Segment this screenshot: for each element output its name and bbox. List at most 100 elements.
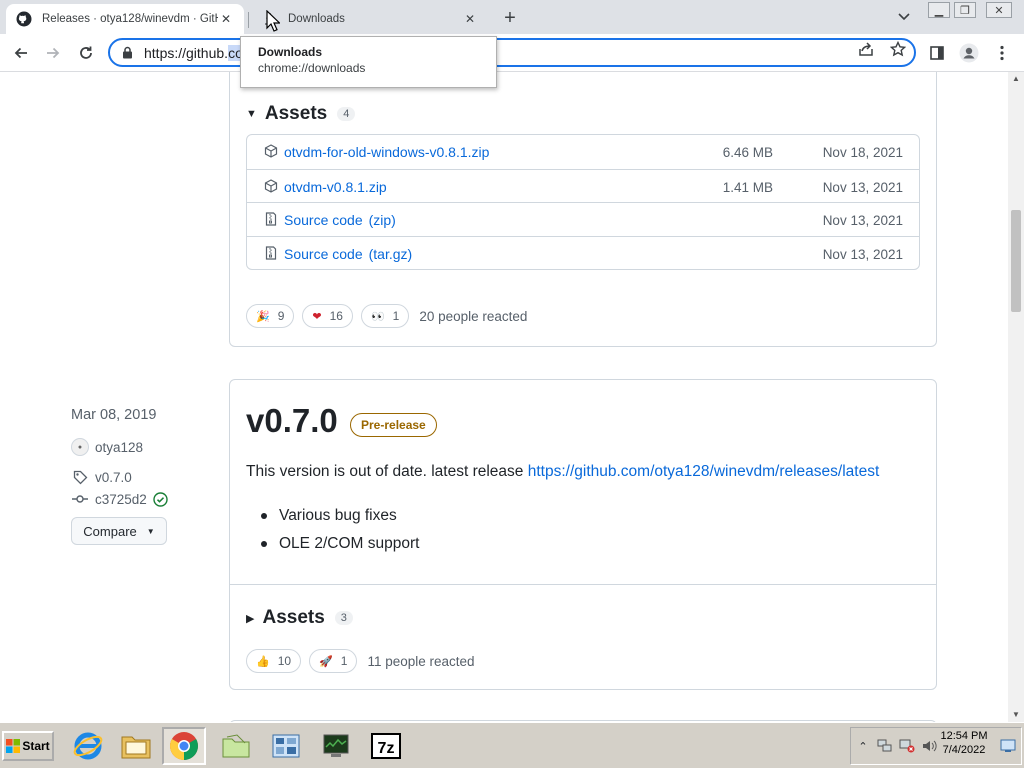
window-close-icon[interactable]: ✕ [986, 2, 1012, 18]
assets-count-badge: 4 [337, 107, 356, 121]
bookmark-star-icon[interactable] [889, 40, 907, 58]
share-icon[interactable] [857, 40, 875, 58]
lock-icon[interactable] [120, 46, 134, 60]
reaction-heart[interactable]: ❤ 16 [302, 304, 353, 328]
release-card-v0-8-1: ▼ Assets 4 otvdm-for-old-windows-v0.8.1.… [229, 72, 937, 347]
file-zip-icon [264, 245, 278, 260]
file-explorer-icon[interactable] [114, 727, 158, 765]
release-commit[interactable]: c3725d2 [71, 491, 168, 507]
asset-row: otvdm-for-old-windows-v0.8.1.zip 6.46 MB… [247, 135, 919, 169]
reacted-summary[interactable]: 11 people reacted [367, 654, 474, 669]
tab-divider [248, 12, 249, 28]
tab-downloads[interactable]: Downloads ✕ [252, 4, 488, 34]
minimize-icon[interactable]: ▁ [928, 2, 950, 18]
asset-link[interactable]: Source code (tar.gz) [284, 246, 412, 262]
release-notes-text: This version is out of date. latest rele… [246, 463, 880, 480]
tag-icon [71, 469, 89, 485]
tooltip-subtitle: chrome://downloads [258, 61, 366, 75]
file-zip-icon [264, 212, 278, 226]
menu-kebab-icon[interactable] [991, 42, 1013, 64]
folder-icon[interactable] [214, 727, 258, 765]
list-item: OLE 2/COM support [246, 530, 419, 558]
reactions-bar: 👍 10 🚀 1 11 people reacted [246, 649, 475, 673]
assets-heading: Assets [262, 607, 325, 628]
scroll-up-icon[interactable]: ▲ [1012, 75, 1020, 83]
reaction-eyes[interactable]: 👀 1 [360, 304, 410, 328]
start-button[interactable]: Start [2, 731, 54, 761]
forward-icon[interactable] [41, 41, 65, 65]
control-panel-icon[interactable] [264, 727, 308, 765]
compare-button[interactable]: Compare ▼ [71, 517, 167, 545]
reaction-thumbsup[interactable]: 👍 10 [246, 649, 302, 673]
internet-explorer-icon[interactable] [66, 727, 110, 765]
network-error-icon[interactable] [897, 736, 917, 756]
back-icon[interactable] [9, 41, 33, 65]
commit-icon [71, 491, 89, 507]
check-circle-icon [153, 491, 168, 507]
chrome-icon[interactable] [162, 727, 206, 765]
show-desktop-icon[interactable] [1000, 739, 1016, 756]
asset-size: 6.46 MB [722, 145, 773, 160]
avatar: ● [71, 438, 89, 456]
asset-link[interactable]: Source code (zip) [284, 212, 396, 228]
system-clock[interactable]: 12:54 PM 7/4/2022 [938, 729, 990, 757]
network-icon[interactable] [875, 736, 895, 756]
restore-icon[interactable]: ❐ [954, 2, 976, 18]
package-icon [264, 144, 278, 158]
tab-hover-tooltip: Downloads chrome://downloads [240, 36, 497, 88]
package-icon [264, 178, 278, 193]
asset-date: Nov 13, 2021 [822, 213, 903, 228]
system-tray: ⌃ [850, 727, 1022, 765]
asset-link[interactable]: otvdm-for-old-windows-v0.8.1.zip [284, 144, 489, 160]
tada-icon: 🎉 [256, 310, 270, 323]
asset-list: otvdm-for-old-windows-v0.8.1.zip 6.46 MB… [246, 134, 920, 270]
tab-search-icon[interactable] [894, 8, 914, 26]
asset-link[interactable]: otvdm-v0.8.1.zip [284, 179, 387, 195]
reaction-rocket[interactable]: 🚀 1 [309, 649, 358, 673]
release-notes-list: Various bug fixes OLE 2/COM support [246, 502, 419, 558]
scroll-down-icon[interactable]: ▼ [1012, 711, 1020, 719]
url-text[interactable]: https://github.co [144, 44, 243, 61]
side-panel-icon[interactable] [926, 42, 948, 64]
release-date: Mar 08, 2019 [71, 407, 157, 423]
release-card-v0-7-0: v0.7.0 Pre-release This version is out o… [229, 379, 937, 690]
triangle-right-icon: ▶ [246, 612, 255, 625]
task-manager-icon[interactable] [314, 727, 358, 765]
scrollbar-thumb[interactable] [1011, 210, 1021, 312]
release-tag[interactable]: v0.7.0 [71, 469, 132, 485]
reload-icon[interactable] [74, 41, 98, 65]
assets-toggle[interactable]: ▼ Assets 4 [246, 103, 356, 125]
asset-date: Nov 18, 2021 [822, 145, 903, 160]
asset-row: otvdm-v0.8.1.zip 1.41 MB Nov 13, 2021 [247, 168, 919, 203]
volume-icon[interactable] [919, 736, 939, 756]
close-icon[interactable]: ✕ [462, 11, 478, 27]
reacted-summary[interactable]: 20 people reacted [419, 309, 527, 324]
reaction-tada[interactable]: 🎉 9 [246, 304, 295, 328]
assets-toggle[interactable]: ▶ Assets 3 [246, 607, 353, 629]
asset-row: Source code (zip) Nov 13, 2021 [247, 202, 919, 236]
tab-releases[interactable]: Releases · otya128/winevdm · GitHub ✕ [6, 4, 244, 34]
caret-down-icon: ▼ [146, 526, 155, 536]
release-title[interactable]: v0.7.0 [246, 402, 338, 440]
page-content: ▼ Assets 4 otvdm-for-old-windows-v0.8.1.… [0, 72, 1008, 722]
prerelease-badge: Pre-release [350, 413, 437, 437]
reactions-bar: 🎉 9 ❤ 16 👀 1 20 people reacted [246, 304, 527, 328]
divider [230, 584, 936, 585]
tab-title: Downloads [288, 13, 345, 25]
eyes-icon: 👀 [370, 310, 385, 323]
7zip-icon[interactable]: 7z [364, 727, 408, 765]
close-icon[interactable]: ✕ [218, 11, 234, 27]
address-bar[interactable]: https://github.co [108, 38, 916, 67]
profile-icon[interactable] [958, 42, 980, 64]
asset-row: Source code (tar.gz) Nov 13, 2021 [247, 235, 919, 270]
page-scrollbar[interactable]: ▲ ▼ [1008, 72, 1024, 722]
asset-size: 1.41 MB [722, 179, 773, 195]
thumbs-up-icon: 👍 [256, 655, 270, 668]
latest-release-link[interactable]: https://github.com/otya128/winevdm/relea… [528, 463, 880, 480]
release-author[interactable]: ● otya128 [71, 438, 143, 456]
new-tab-button[interactable]: + [498, 6, 522, 30]
mouse-cursor-icon [266, 9, 281, 35]
chevron-up-icon[interactable]: ⌃ [853, 736, 873, 756]
rocket-icon: 🚀 [319, 655, 333, 668]
tab-strip: Releases · otya128/winevdm · GitHub ✕ Do… [0, 0, 1024, 34]
